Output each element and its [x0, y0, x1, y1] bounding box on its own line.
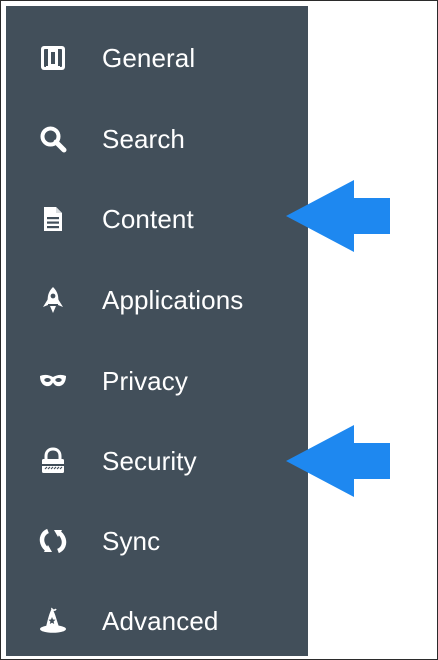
sync-icon: [39, 527, 67, 555]
sidebar-item-security[interactable]: Security: [6, 431, 308, 491]
sidebar-item-privacy[interactable]: Privacy: [6, 351, 308, 411]
search-icon: [39, 125, 67, 153]
general-icon: [39, 44, 67, 72]
sidebar-item-label: Applications: [102, 284, 244, 315]
sidebar-item-label: Privacy: [102, 365, 188, 396]
sidebar-item-label: Advanced: [102, 605, 219, 636]
sidebar-item-label: Security: [102, 445, 197, 476]
arrow-pointing-security-icon: [286, 425, 390, 497]
sidebar-item-label: Content: [102, 203, 194, 234]
sidebar-item-label: Search: [102, 123, 185, 154]
preferences-window: General Search Content Applications Priv…: [0, 0, 438, 660]
lock-icon: [39, 447, 67, 475]
document-icon: [39, 205, 67, 233]
sidebar-item-general[interactable]: General: [6, 28, 308, 88]
sidebar-item-label: General: [102, 42, 196, 73]
wizard-hat-icon: [39, 607, 67, 635]
rocket-icon: [39, 286, 67, 314]
sidebar-item-applications[interactable]: Applications: [6, 270, 308, 330]
sidebar-item-search[interactable]: Search: [6, 109, 308, 169]
sidebar-item-advanced[interactable]: Advanced: [6, 591, 308, 651]
sidebar-item-content[interactable]: Content: [6, 189, 308, 249]
sidebar-item-sync[interactable]: Sync: [6, 511, 308, 571]
arrow-pointing-content-icon: [286, 180, 390, 252]
sidebar-item-label: Sync: [102, 525, 161, 556]
mask-icon: [39, 367, 67, 395]
preferences-sidebar: General Search Content Applications Priv…: [6, 6, 308, 656]
